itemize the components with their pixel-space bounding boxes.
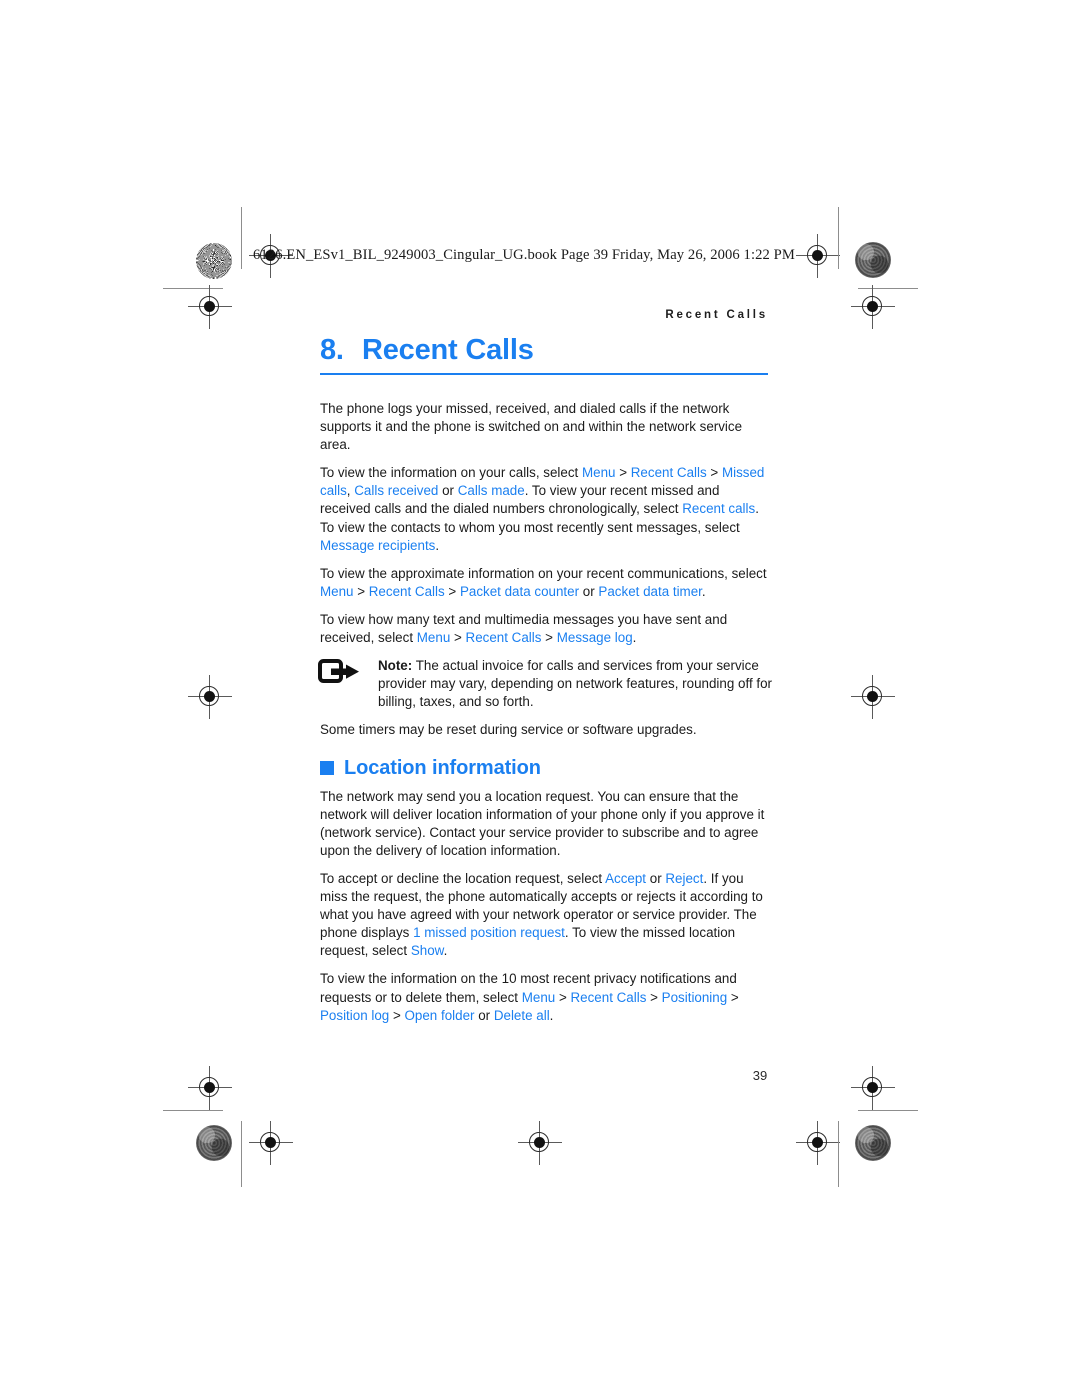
menu-separator: > xyxy=(541,630,557,646)
text-end: . xyxy=(549,1007,554,1023)
registration-crosshair-mid-right xyxy=(851,675,895,719)
registration-halftone-bottom-left xyxy=(196,1125,232,1161)
registration-crosshair-bottom-right xyxy=(796,1121,840,1165)
registration-halftone-bottom-right xyxy=(855,1125,891,1161)
note-callout: Note: The actual invoice for calls and s… xyxy=(318,657,772,711)
menu-separator: > xyxy=(353,583,369,599)
text-or: or xyxy=(646,870,666,886)
ui-term-calls-made: Calls made xyxy=(457,483,525,499)
paragraph-message-log: To view how many text and multimedia mes… xyxy=(320,611,772,647)
section-title: Location information xyxy=(344,756,541,779)
text-or: or xyxy=(438,483,458,499)
menu-separator: > xyxy=(727,989,739,1005)
menu-separator: > xyxy=(615,465,631,481)
ui-term-delete-all: Delete all xyxy=(493,1007,550,1023)
ui-term-missed-position-request: 1 missed position request xyxy=(413,925,565,941)
running-head: Recent Calls xyxy=(665,309,768,321)
ui-term-accept: Accept xyxy=(605,870,647,886)
text-end: . xyxy=(632,630,637,646)
registration-crosshair-upper-right xyxy=(851,285,895,329)
ui-term-reject: Reject xyxy=(665,870,704,886)
crop-line-bottom-right-vertical xyxy=(838,1121,839,1187)
ui-term-menu: Menu xyxy=(581,465,616,481)
ui-term-show: Show xyxy=(410,943,444,959)
text-lead: To view the approximate information on y… xyxy=(320,565,767,581)
chapter-number: 8. xyxy=(320,334,344,366)
paragraph-accept-decline: To accept or decline the location reques… xyxy=(320,870,772,960)
ui-term-recent-calls: Recent Calls xyxy=(368,583,445,599)
paragraph-packet-data: To view the approximate information on y… xyxy=(320,565,772,601)
menu-separator: > xyxy=(389,1007,405,1023)
menu-separator: > xyxy=(646,989,662,1005)
crop-line-top-left-vertical xyxy=(241,207,242,269)
ui-term-packet-data-timer: Packet data timer xyxy=(598,583,702,599)
crop-line-lower-left-horizontal xyxy=(163,1110,223,1111)
paragraph-location-network: The network may send you a location requ… xyxy=(320,788,765,858)
chapter-title-block: 8. Recent Calls xyxy=(320,334,768,375)
ui-term-message-log: Message log xyxy=(556,630,633,646)
ui-term-recent-calls: Recent Calls xyxy=(465,630,542,646)
registration-crosshair-mid-left xyxy=(188,675,232,719)
registration-crosshair-top-right xyxy=(796,234,840,278)
ui-term-recent-calls: Recent Calls xyxy=(570,989,647,1005)
paragraph-intro: The phone logs your missed, received, an… xyxy=(320,401,743,453)
text-end: . xyxy=(443,943,448,959)
ui-term-positioning: Positioning xyxy=(661,989,728,1005)
chapter-rule xyxy=(320,373,768,375)
section-heading-location-information: Location information xyxy=(320,756,772,779)
ui-term-calls-received: Calls received xyxy=(354,483,439,499)
crop-line-bottom-left-vertical xyxy=(241,1121,242,1187)
registration-crosshair-bottom-center xyxy=(518,1121,562,1165)
note-text: Note: The actual invoice for calls and s… xyxy=(378,657,772,711)
body-column: The phone logs your missed, received, an… xyxy=(318,400,772,1035)
section-bullet-icon xyxy=(320,760,334,775)
paragraph-timers-reset: Some timers may be reset during service … xyxy=(320,722,697,738)
registration-crosshair-lower-right xyxy=(851,1066,895,1110)
ui-term-menu: Menu xyxy=(320,583,354,599)
text-lead: To accept or decline the location reques… xyxy=(320,870,606,886)
menu-separator: > xyxy=(555,989,571,1005)
file-slug-line: 6126.EN_ESv1_BIL_9249003_Cingular_UG.boo… xyxy=(253,247,795,263)
crop-line-lower-right-horizontal xyxy=(858,1110,918,1111)
registration-crosshair-bottom-left xyxy=(249,1121,293,1165)
ui-term-open-folder: Open folder xyxy=(404,1007,475,1023)
registration-halftone-top-right xyxy=(855,242,891,278)
registration-starburst-top-left xyxy=(196,243,232,279)
paragraph-privacy-notifications: To view the information on the 10 most r… xyxy=(320,970,772,1024)
menu-separator: > xyxy=(450,630,466,646)
note-icon xyxy=(318,657,378,711)
ui-term-recent-calls-item: Recent calls xyxy=(682,501,756,517)
ui-term-menu: Menu xyxy=(521,989,556,1005)
text-end: . xyxy=(701,583,706,599)
ui-term-message-recipients: Message recipients xyxy=(320,537,436,553)
crop-line-top-right-vertical xyxy=(838,207,839,269)
chapter-title: Recent Calls xyxy=(362,334,534,366)
text-lead: To view the information on your calls, s… xyxy=(320,465,582,481)
registration-crosshair-upper-left xyxy=(188,285,232,329)
ui-term-menu: Menu xyxy=(416,630,451,646)
note-label: Note: xyxy=(378,658,413,674)
paragraph-view-call-info: To view the information on your calls, s… xyxy=(320,464,772,554)
menu-separator: > xyxy=(706,465,722,481)
registration-crosshair-lower-left xyxy=(188,1066,232,1110)
ui-term-position-log: Position log xyxy=(320,1007,390,1023)
menu-separator: > xyxy=(444,583,460,599)
text-or: or xyxy=(474,1007,494,1023)
note-content: The actual invoice for calls and service… xyxy=(378,658,773,710)
page-number: 39 xyxy=(752,1068,768,1083)
text-end: . xyxy=(435,537,440,553)
ui-term-packet-data-counter: Packet data counter xyxy=(459,583,580,599)
ui-term-recent-calls: Recent Calls xyxy=(630,465,707,481)
text-or: or xyxy=(579,583,599,599)
document-page: 6126.EN_ESv1_BIL_9249003_Cingular_UG.boo… xyxy=(0,0,1080,1397)
